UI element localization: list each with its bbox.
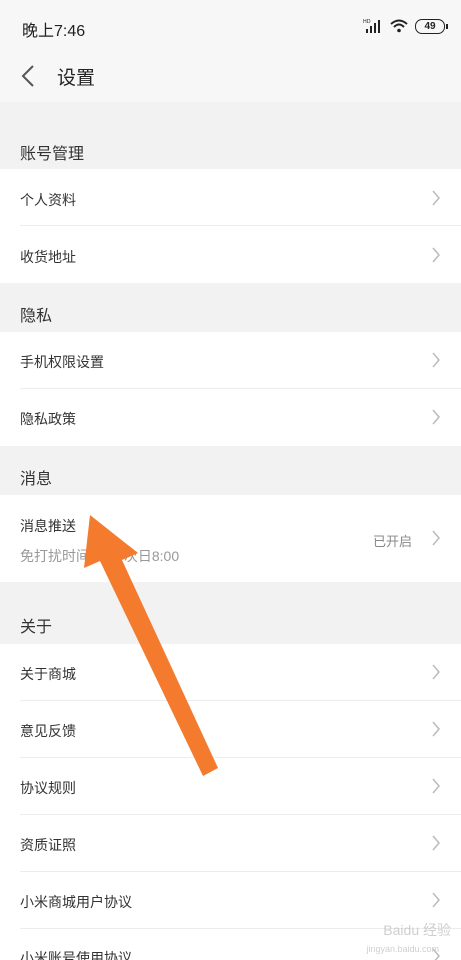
menu-item-permissions[interactable]: 手机权限设置 bbox=[0, 332, 461, 389]
chevron-right-icon bbox=[432, 247, 440, 263]
section-title: 关于 bbox=[20, 619, 53, 636]
wifi-icon bbox=[390, 19, 408, 33]
baidu-watermark-url: jingyan.baidu.com bbox=[366, 944, 439, 954]
chevron-right-icon bbox=[432, 778, 440, 794]
menu-item-push-notifications[interactable]: 消息推送 免打扰时间 …0~次日8:00 已开启 bbox=[0, 495, 461, 582]
chevron-right-icon bbox=[432, 190, 440, 206]
chevron-right-icon bbox=[432, 721, 440, 737]
menu-item-profile[interactable]: 个人资料 bbox=[0, 169, 461, 226]
menu-item-privacy-policy[interactable]: 隐私政策 bbox=[0, 389, 461, 446]
chevron-right-icon bbox=[432, 352, 440, 368]
menu-item-about-store[interactable]: 关于商城 bbox=[0, 644, 461, 701]
push-status-value: 已开启 bbox=[372, 534, 412, 549]
menu-item-agreements[interactable]: 协议规则 bbox=[0, 758, 461, 815]
menu-item-label: 意见反馈 bbox=[20, 723, 76, 739]
app-header: 设置 bbox=[0, 50, 461, 102]
menu-item-label: 小米账号使用协议 bbox=[20, 950, 132, 960]
menu-item-address[interactable]: 收货地址 bbox=[0, 226, 461, 283]
menu-item-label: 隐私政策 bbox=[20, 411, 76, 427]
section-header-about: 关于 bbox=[0, 582, 461, 644]
chevron-right-icon bbox=[432, 892, 440, 908]
menu-item-label: 资质证照 bbox=[20, 837, 76, 853]
chevron-right-icon bbox=[432, 664, 440, 680]
menu-item-licenses[interactable]: 资质证照 bbox=[0, 815, 461, 872]
section-header-privacy: 隐私 bbox=[0, 283, 461, 332]
signal-icon: HD bbox=[363, 19, 380, 33]
menu-item-label: 小米商城用户协议 bbox=[20, 894, 132, 910]
network-badge: HD bbox=[363, 19, 371, 25]
menu-item-label: 个人资料 bbox=[20, 192, 76, 208]
menu-item-label: 手机权限设置 bbox=[20, 354, 104, 370]
section-title: 隐私 bbox=[20, 308, 53, 325]
chevron-right-icon bbox=[432, 835, 440, 851]
menu-item-label: 协议规则 bbox=[20, 780, 76, 796]
chevron-right-icon bbox=[432, 530, 440, 546]
section-header-messages: 消息 bbox=[0, 446, 461, 495]
menu-item-label: 收货地址 bbox=[20, 249, 76, 265]
section-title: 账号管理 bbox=[20, 146, 85, 163]
chevron-right-icon bbox=[432, 409, 440, 425]
status-icons: HD 49 bbox=[363, 16, 448, 36]
battery-icon: 49 bbox=[415, 18, 448, 34]
baidu-watermark: Baidu 经验 bbox=[383, 922, 451, 938]
section-title: 消息 bbox=[20, 471, 53, 488]
menu-item-feedback[interactable]: 意见反馈 bbox=[0, 701, 461, 758]
status-time: 晚上7:46 bbox=[22, 23, 86, 40]
page-title: 设置 bbox=[57, 68, 96, 89]
menu-item-label: 消息推送 bbox=[20, 518, 76, 534]
dnd-time-subtitle: 免打扰时间 …0~次日8:00 bbox=[20, 548, 180, 564]
section-header-account: 账号管理 bbox=[0, 102, 461, 169]
status-bar: 晚上7:46 HD 49 bbox=[0, 0, 461, 50]
menu-item-label: 关于商城 bbox=[20, 666, 76, 682]
back-arrow-icon[interactable] bbox=[18, 64, 38, 88]
